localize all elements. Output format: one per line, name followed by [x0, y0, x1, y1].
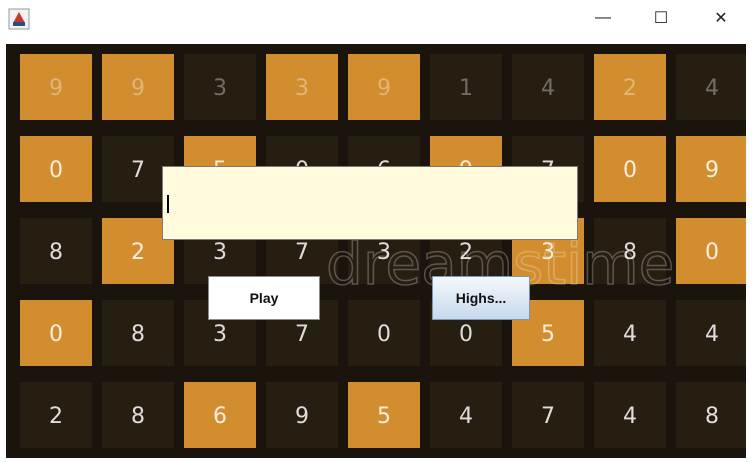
tile-number: 7	[131, 158, 145, 183]
tile-number: 2	[623, 76, 637, 101]
tile-number: 4	[459, 404, 473, 429]
tile-number: 9	[705, 158, 719, 183]
tile-number: 5	[377, 404, 391, 429]
tile-number: 9	[377, 76, 391, 101]
tile-number: 9	[131, 76, 145, 101]
tile-number: 1	[459, 76, 473, 101]
tile-number: 4	[705, 76, 719, 101]
tile-number: 0	[623, 158, 637, 183]
tile-number: 4	[623, 404, 637, 429]
highscores-button[interactable]: Highs...	[432, 276, 530, 320]
tile-number: 4	[705, 322, 719, 347]
player-name-input[interactable]	[162, 166, 578, 240]
tile-number: 2	[49, 404, 63, 429]
maximize-button[interactable]: ☐	[638, 0, 684, 36]
tile-number: 4	[541, 76, 555, 101]
text-caret	[167, 195, 169, 213]
tile-number: 9	[295, 404, 309, 429]
tile-number: 8	[49, 240, 63, 265]
game-panel: 9933914240750697098237323800837005442869…	[6, 44, 746, 458]
tile-number: 7	[541, 404, 555, 429]
tile-number: 0	[459, 322, 473, 347]
number-tile-background: 9933914240750697098237323800837005442869…	[20, 54, 746, 448]
tile-number: 8	[131, 404, 145, 429]
tile-number: 0	[705, 240, 719, 265]
tile-number: 0	[377, 322, 391, 347]
close-button[interactable]: ✕	[698, 0, 744, 36]
tile-number: 2	[131, 240, 145, 265]
tile-number: 6	[213, 404, 227, 429]
tile-number: 0	[49, 322, 63, 347]
minimize-button[interactable]: —	[580, 0, 626, 36]
tile-number: 7	[295, 240, 309, 265]
tile-number: 4	[623, 322, 637, 347]
tile-number: 3	[213, 76, 227, 101]
tile-number: 0	[49, 158, 63, 183]
tile-number: 3	[213, 240, 227, 265]
tile-number: 8	[131, 322, 145, 347]
tile-number: 8	[705, 404, 719, 429]
java-app-icon	[8, 8, 30, 30]
tile-number: 7	[295, 322, 309, 347]
tile-number: 5	[541, 322, 555, 347]
tile-number: 9	[49, 76, 63, 101]
title-bar: — ☐ ✕	[0, 0, 752, 38]
tile-number: 3	[213, 322, 227, 347]
tile-number: 3	[295, 76, 309, 101]
play-button[interactable]: Play	[208, 276, 320, 320]
